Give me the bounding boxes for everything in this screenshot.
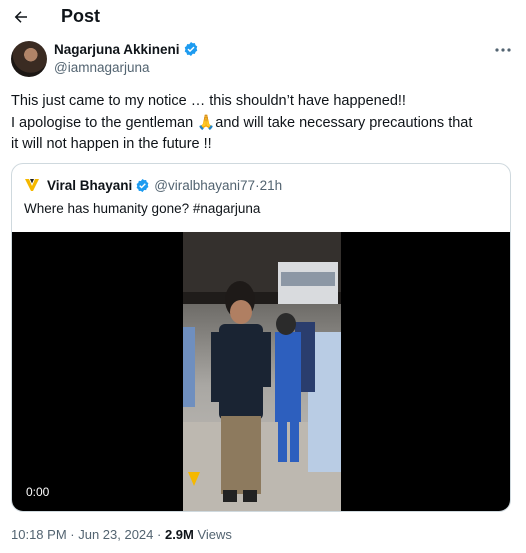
views-label: Views: [193, 527, 232, 542]
post-text-part: and will take necessary precautions that: [215, 114, 473, 131]
more-options-button[interactable]: [492, 41, 514, 59]
video-player[interactable]: 0:00: [12, 232, 510, 511]
verified-badge-icon: [184, 42, 197, 56]
post-text: This just came to my notice … this shoul…: [11, 91, 517, 156]
verified-badge-icon: [136, 178, 149, 192]
quoted-post-header: Viral Bhayani @viralbhayani77 · 21h: [24, 176, 282, 194]
post-text-part: I apologise to the gentleman: [11, 114, 198, 131]
viral-bhayani-logo-icon: [25, 179, 39, 191]
views-count: 2.9M: [164, 527, 194, 542]
post-meta: 10:18 PM · Jun 23, 2024 · 2.9M Views: [11, 527, 232, 542]
post-text-line: it will not happen in the future !!: [11, 136, 212, 152]
video-frame: [183, 232, 341, 511]
page-title: Post: [61, 6, 101, 26]
post-text-line: I apologise to the gentleman 🙏and will t…: [11, 113, 517, 135]
author-name-text[interactable]: Nagarjuna Akkineni: [54, 42, 180, 57]
arrow-left-icon: [14, 11, 27, 23]
quoted-post[interactable]: Viral Bhayani @viralbhayani77 · 21h Wher…: [11, 163, 511, 512]
post-date[interactable]: Jun 23, 2024: [78, 527, 153, 542]
separator-dot: ·: [153, 527, 165, 542]
video-timestamp: 0:00: [26, 485, 50, 499]
quoted-post-text: Where has humanity gone? #nagarjuna: [24, 201, 261, 216]
post-time[interactable]: 10:18 PM: [11, 527, 67, 542]
more-dots-icon: [495, 48, 511, 52]
author-name[interactable]: Nagarjuna Akkineni: [54, 41, 199, 57]
quoted-author-handle[interactable]: @viralbhayani77: [154, 178, 255, 193]
separator-dot: ·: [66, 527, 79, 542]
avatar[interactable]: [11, 41, 47, 77]
quoted-post-time[interactable]: 21h: [260, 178, 283, 193]
video-thumbnail-scene: [183, 232, 341, 511]
back-button[interactable]: [8, 4, 34, 30]
author-handle[interactable]: @iamnagarjuna: [54, 60, 150, 75]
quoted-author-name[interactable]: Viral Bhayani: [47, 178, 132, 193]
post-text-line: This just came to my notice … this shoul…: [11, 93, 406, 109]
post-header: Post: [0, 0, 526, 34]
praying-hands-emoji: 🙏: [197, 114, 216, 131]
